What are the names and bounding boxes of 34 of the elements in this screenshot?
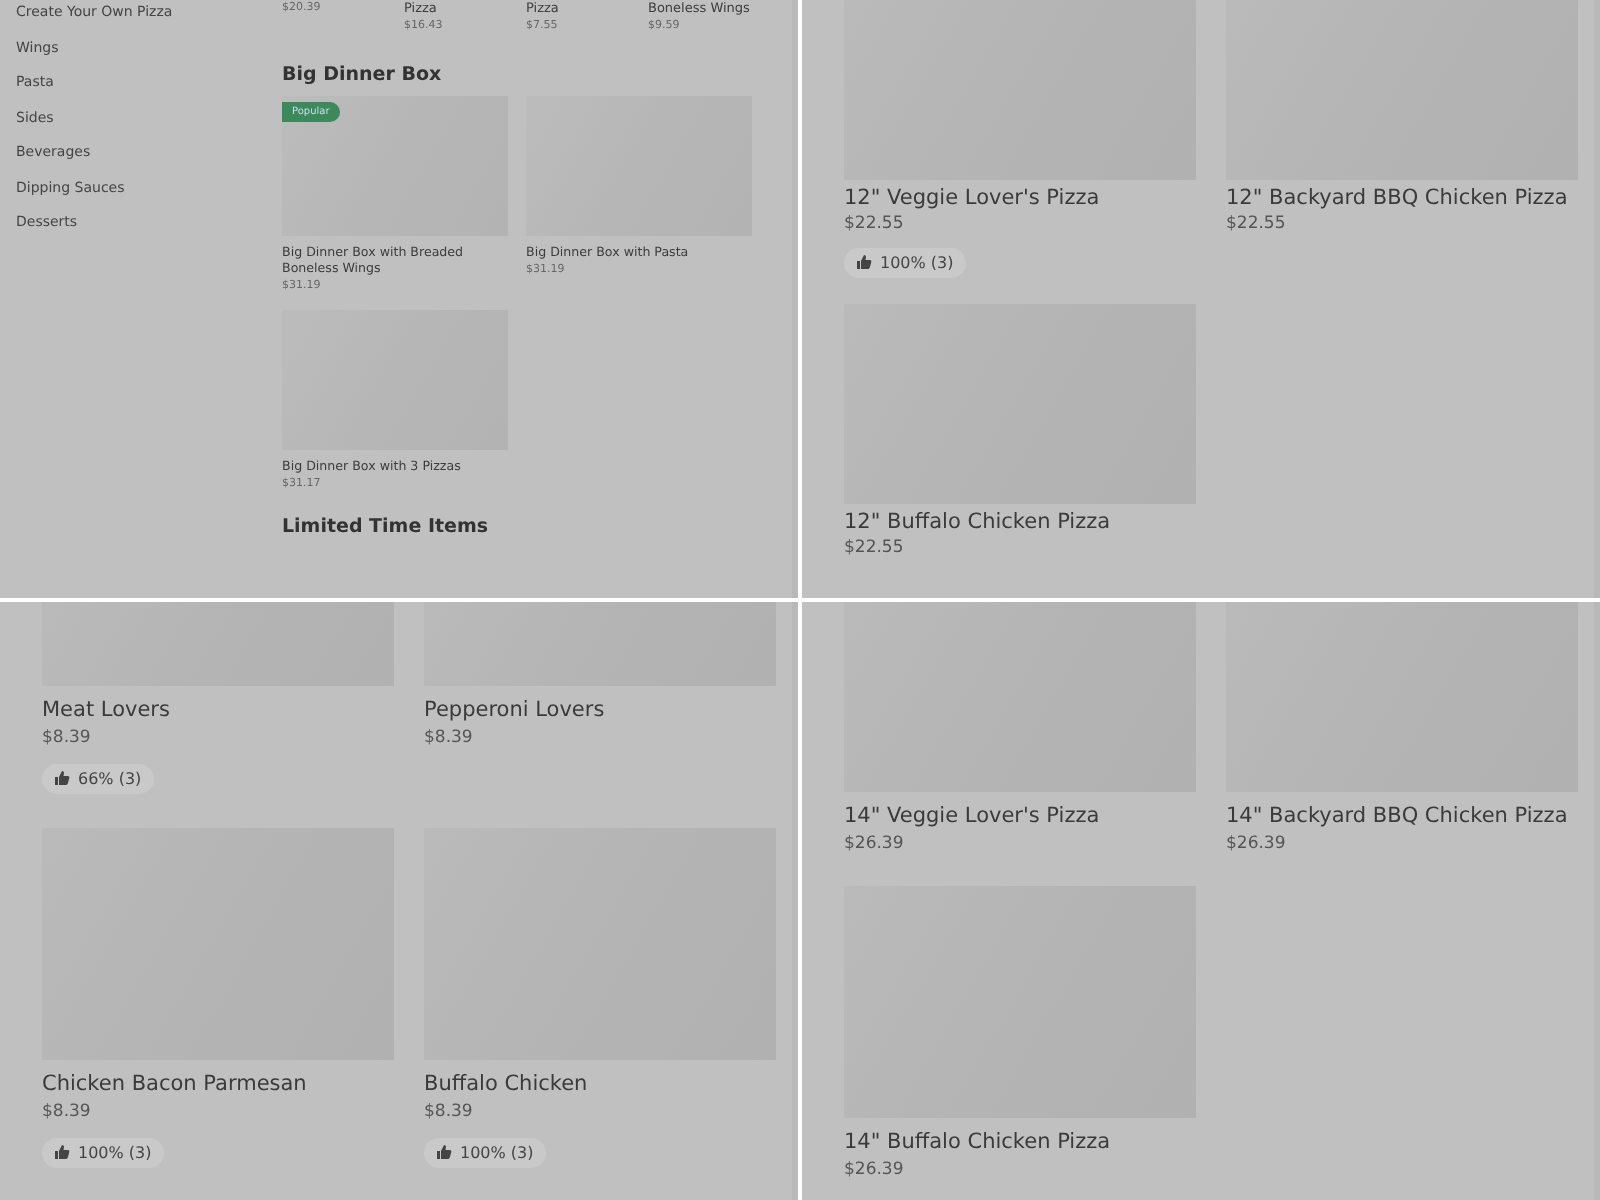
- item-price: $26.39: [844, 1158, 906, 1184]
- rating-pill: 100% (3): [424, 1137, 546, 1167]
- rating-pill: 100% (3): [42, 1137, 164, 1167]
- item-name[interactable]: 12" Buffalo Chicken Pizza: [844, 510, 1196, 536]
- item-price: $8.39: [42, 1100, 93, 1126]
- item-price: $8.39: [424, 1100, 475, 1126]
- item-name[interactable]: Meat Lovers: [42, 698, 394, 724]
- image-placeholder[interactable]: [424, 602, 776, 686]
- thumbs-up-icon: [436, 1144, 452, 1160]
- item-price: $26.39: [1226, 832, 1288, 858]
- thumbs-up-icon: [856, 254, 872, 270]
- item-price: $22.55: [1226, 212, 1288, 236]
- item-name[interactable]: 14" Veggie Lover's Pizza: [844, 804, 1196, 830]
- thumbs-up-icon: [54, 1144, 70, 1160]
- rating-pill: 100% (3): [844, 247, 966, 277]
- item-price: $8.39: [424, 726, 475, 752]
- item-name[interactable]: Buffalo Chicken: [424, 1072, 776, 1098]
- item-name[interactable]: 14" Buffalo Chicken Pizza: [844, 1130, 1196, 1156]
- item-name[interactable]: 12" Backyard BBQ Chicken Pizza: [1226, 186, 1578, 212]
- item-price: $22.55: [844, 212, 906, 236]
- section-heading: Limited Time Items: [282, 516, 491, 540]
- item-name[interactable]: Pepperoni Lovers: [424, 698, 776, 724]
- item-name[interactable]: 12" Veggie Lover's Pizza: [844, 186, 1196, 212]
- section-heading: Big Dinner Box: [282, 64, 444, 88]
- item-name[interactable]: Chicken Bacon Parmesan: [42, 1072, 394, 1098]
- image-placeholder[interactable]: [844, 602, 1196, 792]
- item-name[interactable]: 14" Backyard BBQ Chicken Pizza: [1226, 804, 1578, 830]
- thumbs-up-icon: [54, 770, 70, 786]
- rating-pill: 66% (3): [42, 763, 154, 793]
- item-price: $22.55: [844, 536, 906, 560]
- image-placeholder[interactable]: [1226, 602, 1578, 792]
- image-placeholder[interactable]: [42, 602, 394, 686]
- item-price: $26.39: [844, 832, 906, 858]
- item-price: $8.39: [42, 726, 93, 752]
